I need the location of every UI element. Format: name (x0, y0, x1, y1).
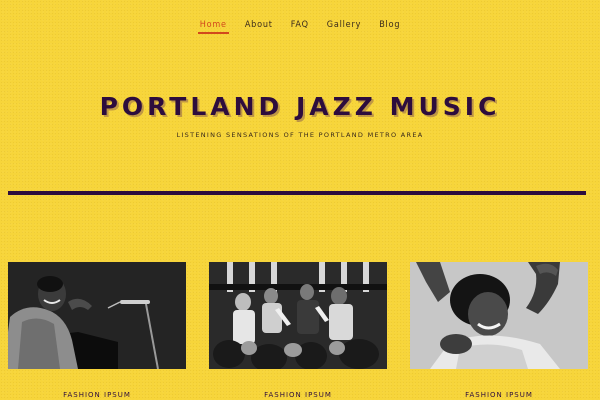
nav-faq[interactable]: FAQ (282, 18, 318, 32)
card-label: FASHION IPSUM (465, 391, 533, 399)
card-label: FASHION IPSUM (264, 391, 332, 399)
card-label: FASHION IPSUM (63, 391, 131, 399)
nav-about[interactable]: About (236, 18, 282, 32)
card-image[interactable] (8, 262, 186, 369)
card-image[interactable] (410, 262, 588, 369)
site-title: PORTLAND JAZZ MUSIC (99, 92, 501, 121)
nav-blog[interactable]: Blog (370, 18, 409, 32)
card[interactable]: FASHION IPSUM (209, 262, 387, 399)
site-subtitle: LISTENING SENSATIONS OF THE PORTLAND MET… (176, 131, 424, 139)
gallery-cards: FASHION IPSUM FASHION IPSUM FASHION IPSU… (8, 262, 588, 400)
main-nav: Home About FAQ Gallery Blog (0, 18, 600, 34)
card[interactable]: FASHION IPSUM (410, 262, 588, 399)
card[interactable]: FASHION IPSUM (8, 262, 186, 399)
nav-home[interactable]: Home (191, 18, 236, 34)
card-image[interactable] (209, 262, 387, 369)
nav-gallery[interactable]: Gallery (318, 18, 370, 32)
header-divider (8, 191, 586, 195)
